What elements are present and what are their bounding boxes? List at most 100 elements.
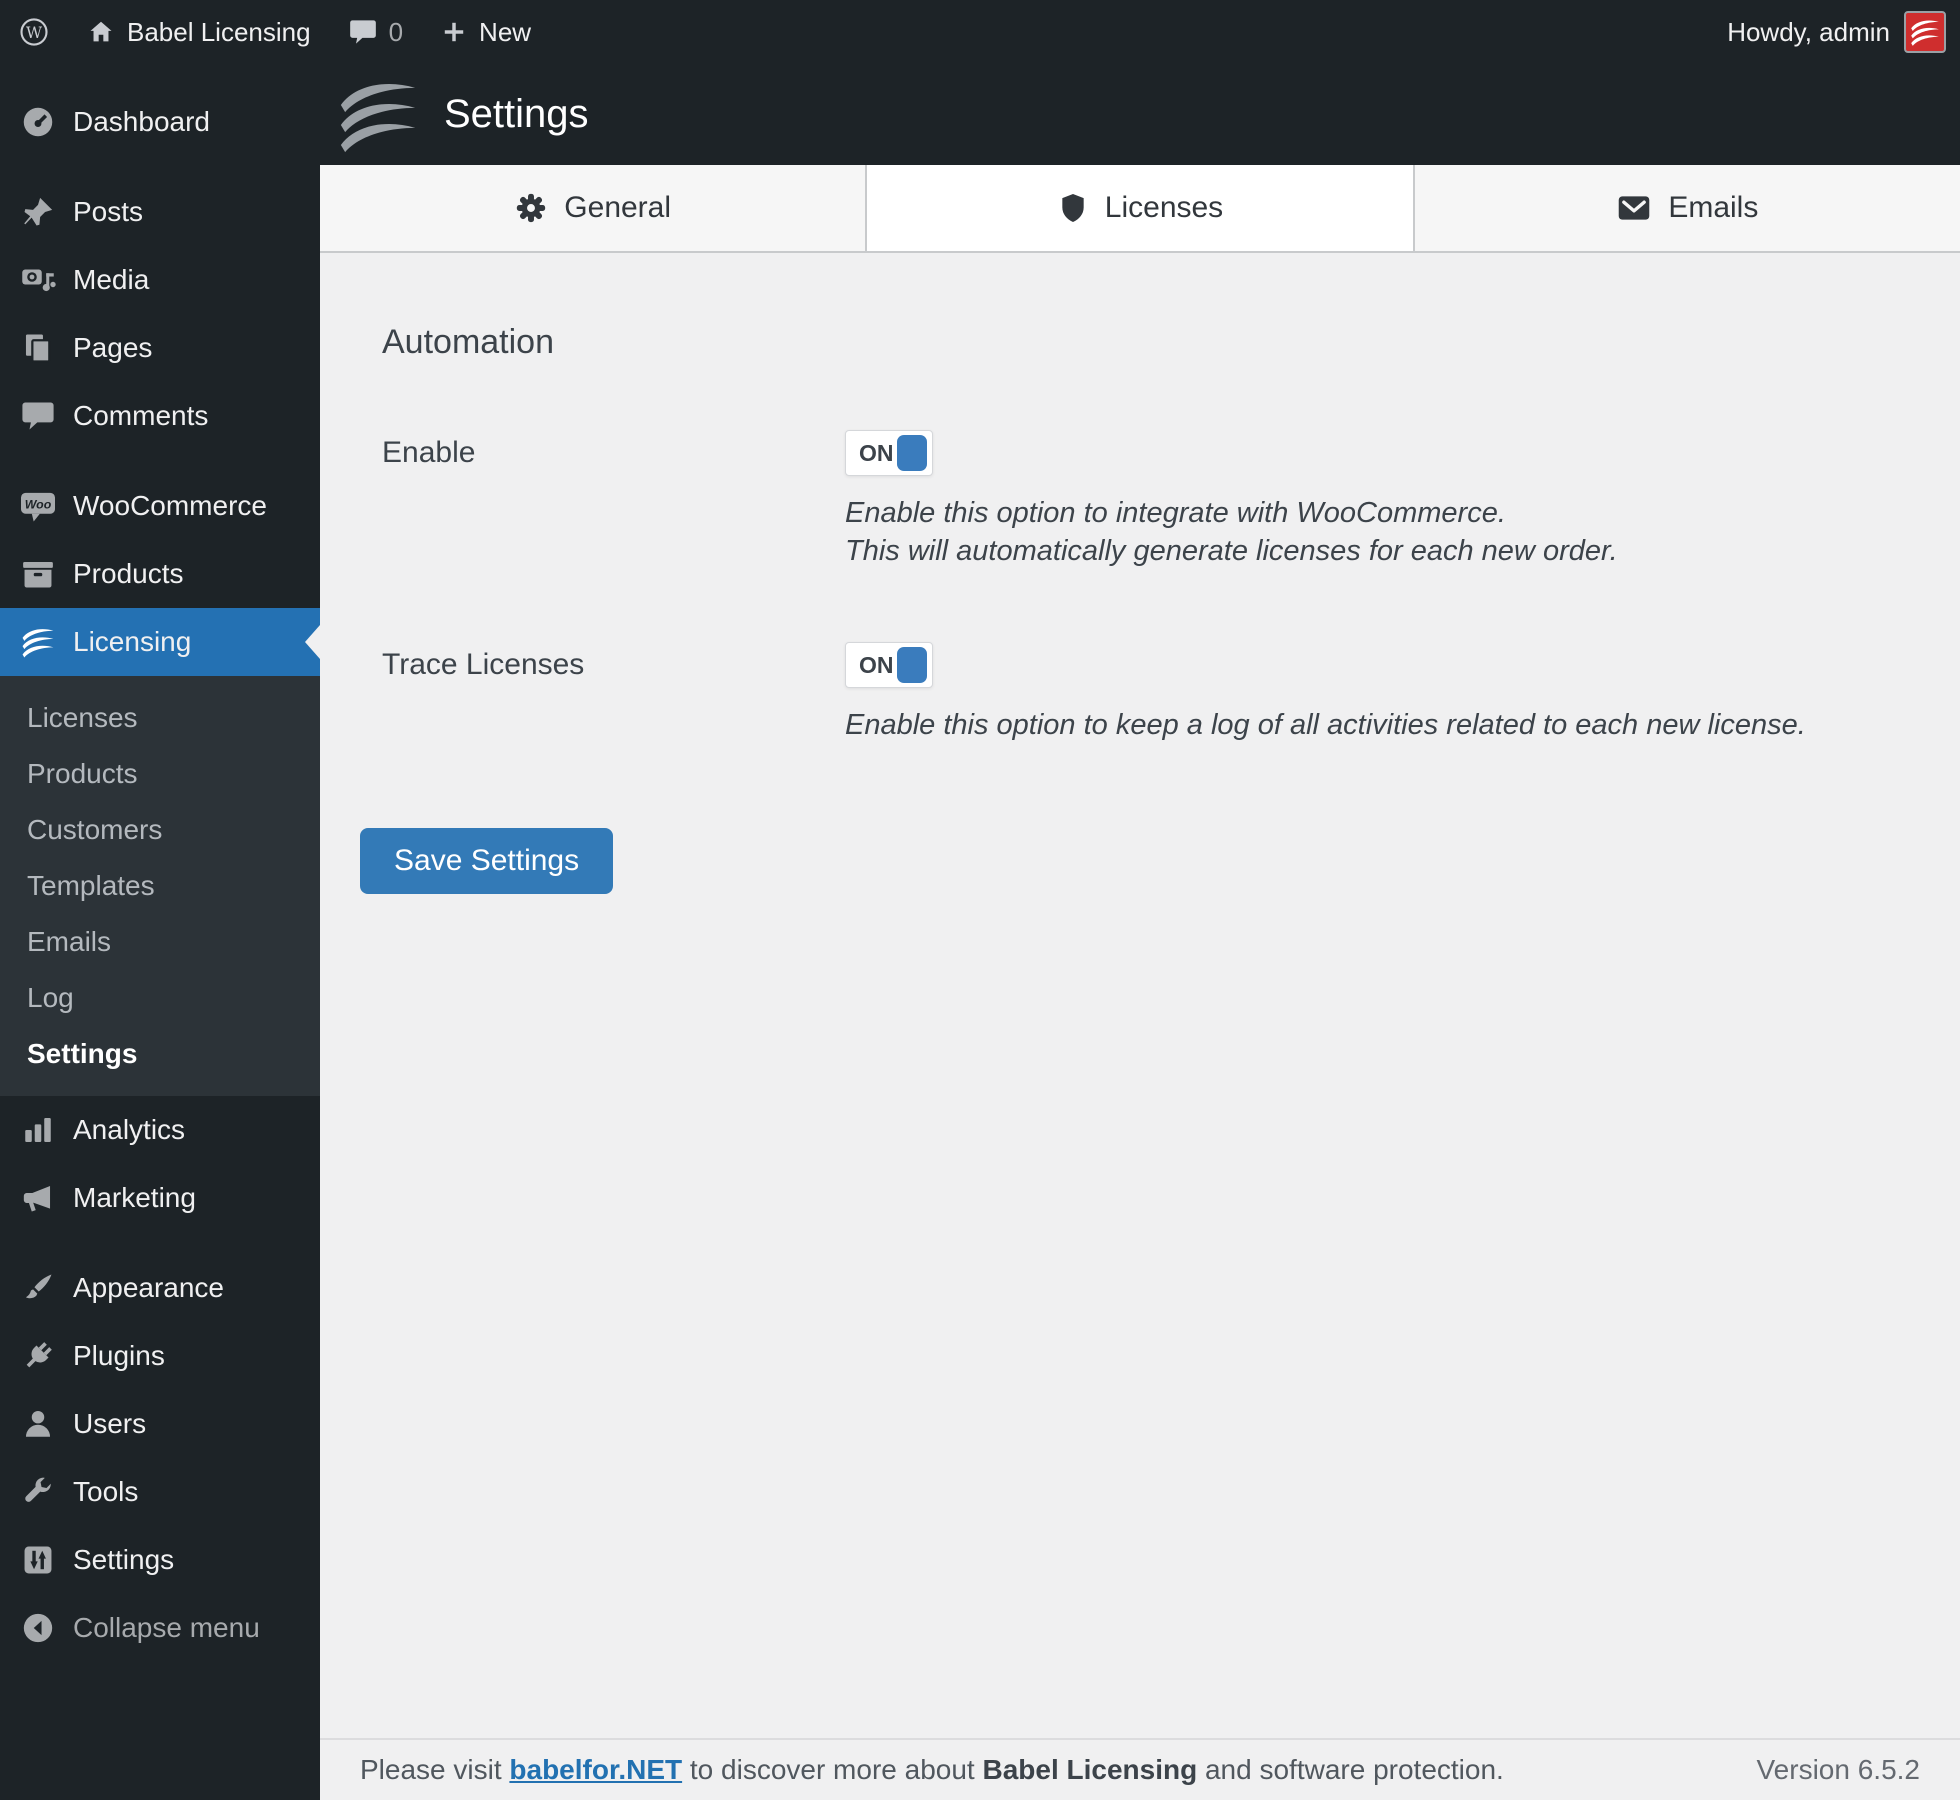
comments-icon — [18, 400, 58, 432]
sidebar-item-tools[interactable]: Tools — [0, 1458, 320, 1526]
babel-logo — [330, 75, 426, 155]
tab-label: Emails — [1668, 191, 1759, 224]
comments-indicator[interactable]: 0 — [330, 0, 422, 64]
box-icon — [18, 557, 58, 591]
enable-description: Enable this option to integrate with Woo… — [845, 494, 1618, 570]
bar-chart-icon — [18, 1113, 58, 1147]
sidebar-item-label: Users — [73, 1408, 147, 1439]
media-icon — [18, 263, 58, 297]
home-icon — [87, 18, 115, 46]
sidebar-item-posts[interactable]: Posts — [0, 178, 320, 246]
footer-credit: Please visit babelfor.NET to discover mo… — [360, 1754, 1504, 1786]
section-title: Automation — [382, 323, 554, 361]
gear-icon — [514, 191, 548, 225]
submenu-item-emails[interactable]: Emails — [0, 914, 320, 970]
footer-text-mid: to discover more about — [682, 1754, 983, 1785]
enable-control: ON Enable this option to integrate with … — [845, 430, 1618, 570]
sidebar-item-label: Marketing — [73, 1182, 196, 1213]
tab-label: General — [564, 191, 672, 224]
babel-swoosh-icon — [18, 625, 58, 659]
submenu-item-licenses[interactable]: Licenses — [0, 690, 320, 746]
toggle-knob — [897, 435, 927, 471]
sidebar-item-licensing[interactable]: Licensing — [0, 608, 320, 676]
description-line: Enable this option to keep a log of all … — [845, 709, 1806, 741]
main-content: Settings General Licenses Emails Automat… — [320, 64, 1960, 1800]
tab-general[interactable]: General — [320, 165, 868, 251]
footer-text-suffix: and software protection. — [1197, 1754, 1504, 1785]
sidebar-item-plugins[interactable]: Plugins — [0, 1322, 320, 1390]
licenses-tab-panel: Automation Enable ON Enable this option … — [320, 253, 1960, 1738]
new-content-button[interactable]: New — [422, 0, 550, 64]
toggle-on-text: ON — [859, 651, 894, 678]
description-line: Enable this option to integrate with Woo… — [845, 497, 1506, 529]
sidebar-item-label: Dashboard — [73, 106, 210, 137]
settings-tabs: General Licenses Emails — [320, 165, 1960, 253]
submenu-item-customers[interactable]: Customers — [0, 802, 320, 858]
sidebar-item-label: Tools — [73, 1476, 139, 1507]
sidebar-item-label: Appearance — [73, 1272, 225, 1303]
collapse-menu-button[interactable]: Collapse menu — [0, 1594, 320, 1662]
submenu-item-products[interactable]: Products — [0, 746, 320, 802]
sidebar-item-woocommerce[interactable]: Woo WooCommerce — [0, 472, 320, 540]
sidebar-item-comments[interactable]: Comments — [0, 382, 320, 450]
trace-licenses-label: Trace Licenses — [382, 648, 585, 681]
megaphone-icon — [18, 1181, 58, 1215]
admin-bar: W Babel Licensing 0 New Howdy, admin — [0, 0, 1960, 64]
comments-count: 0 — [388, 16, 404, 47]
sidebar-item-appearance[interactable]: Appearance — [0, 1254, 320, 1322]
dashboard-icon — [18, 104, 58, 140]
shield-icon — [1057, 190, 1089, 226]
active-menu-arrow — [305, 625, 320, 659]
toggle-on-text: ON — [859, 439, 894, 466]
user-avatar[interactable] — [1904, 11, 1946, 53]
site-link[interactable]: Babel Licensing — [68, 0, 330, 64]
menu-separator — [0, 450, 320, 472]
babelfor-net-link[interactable]: babelfor.NET — [509, 1754, 682, 1785]
sidebar-item-products[interactable]: Products — [0, 540, 320, 608]
sidebar-item-label: Comments — [73, 400, 209, 431]
footer-brand-name: Babel Licensing — [982, 1754, 1198, 1785]
setting-row-enable: Enable ON Enable this option to integrat… — [360, 430, 1920, 570]
svg-text:Woo: Woo — [25, 497, 52, 511]
version-text: Version 6.5.2 — [1756, 1754, 1920, 1785]
admin-bar-left: W Babel Licensing 0 New — [0, 0, 550, 64]
submenu-item-log[interactable]: Log — [0, 970, 320, 1026]
new-label: New — [479, 16, 532, 47]
trace-licenses-control: ON Enable this option to keep a log of a… — [845, 642, 1806, 744]
sidebar-item-label: Settings — [73, 1544, 175, 1575]
sidebar-item-analytics[interactable]: Analytics — [0, 1096, 320, 1164]
sidebar-item-marketing[interactable]: Marketing — [0, 1164, 320, 1232]
tab-licenses[interactable]: Licenses — [867, 165, 1415, 251]
licensing-submenu: Licenses Products Customers Templates Em… — [0, 676, 320, 1096]
sidebar-item-users[interactable]: Users — [0, 1390, 320, 1458]
sidebar-item-label: Pages — [73, 332, 153, 363]
pages-icon — [18, 331, 58, 365]
tab-emails[interactable]: Emails — [1414, 165, 1960, 251]
submenu-item-settings[interactable]: Settings — [0, 1026, 320, 1082]
sidebar-item-label: Products — [73, 558, 184, 589]
sidebar-item-label: WooCommerce — [73, 490, 267, 521]
sidebar-item-dashboard[interactable]: Dashboard — [0, 88, 320, 156]
comment-bubble-icon — [349, 19, 377, 45]
sidebar-item-label: Analytics — [73, 1114, 186, 1145]
envelope-icon — [1616, 192, 1652, 224]
footer: Please visit babelfor.NET to discover mo… — [320, 1738, 1960, 1800]
save-settings-button[interactable]: Save Settings — [360, 828, 614, 894]
trace-licenses-toggle[interactable]: ON — [845, 642, 933, 688]
sidebar-item-settings[interactable]: Settings — [0, 1526, 320, 1594]
tab-label: Licenses — [1104, 191, 1224, 224]
submenu-item-templates[interactable]: Templates — [0, 858, 320, 914]
sidebar-item-label: Collapse menu — [73, 1612, 260, 1643]
sidebar-item-media[interactable]: Media — [0, 246, 320, 314]
sidebar-item-label: Media — [73, 264, 150, 295]
howdy-text[interactable]: Howdy, admin — [1727, 17, 1890, 48]
wordpress-menu-button[interactable]: W — [0, 0, 68, 64]
sidebar-item-pages[interactable]: Pages — [0, 314, 320, 382]
plug-icon — [18, 1339, 58, 1373]
plugin-header: Settings — [320, 64, 1960, 165]
footer-text-prefix: Please visit — [360, 1754, 510, 1785]
enable-toggle[interactable]: ON — [845, 430, 933, 476]
woocommerce-icon: Woo — [18, 489, 58, 523]
description-line: This will automatically generate license… — [845, 535, 1618, 567]
menu-separator — [0, 1232, 320, 1254]
